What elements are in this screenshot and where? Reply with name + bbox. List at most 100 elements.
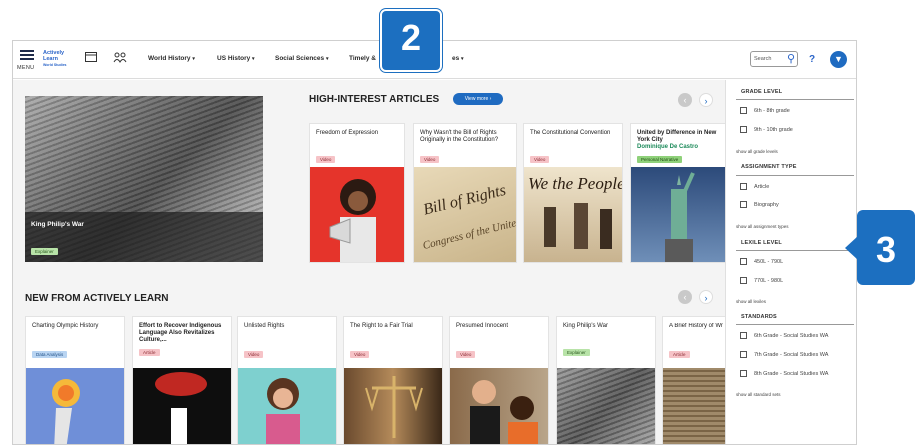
nav-timely[interactable]: Timely & xyxy=(349,55,376,62)
card-title: United by Difference in New York City xyxy=(637,130,717,143)
svg-text:Congress of the United: Congress of the United xyxy=(422,216,517,252)
show-all-assignment-types-link[interactable]: show all assignment types xyxy=(736,224,789,229)
user-avatar[interactable]: ▼ xyxy=(830,51,847,68)
search-icon[interactable]: ⚲ xyxy=(787,52,795,66)
card-tag: Explainer xyxy=(563,349,590,356)
nav-more[interactable]: es ▾ xyxy=(452,55,464,62)
card-tag: Video xyxy=(244,351,264,358)
card-title: Charting Olympic History xyxy=(32,323,99,329)
filter-option-label: 770L - 980L xyxy=(754,277,784,284)
article-card[interactable]: Charting Olympic History Data Analysis xyxy=(25,316,125,444)
logo-subtitle: World Studies xyxy=(43,63,67,67)
show-all-standard-sets-link[interactable]: show all standard sets xyxy=(736,392,781,397)
article-card[interactable]: Freedom of Expression Video xyxy=(309,123,405,263)
card-image xyxy=(450,368,548,444)
article-card[interactable]: Presumed Innocent Video xyxy=(449,316,549,444)
card-tag: Personal Narrative xyxy=(637,156,683,163)
filter-option-label: 450L - 790L xyxy=(754,258,784,265)
card-image xyxy=(631,167,725,262)
article-card[interactable]: A Brief History of Wr Language Article xyxy=(662,316,732,444)
card-title: King Philip's War xyxy=(563,323,608,329)
new-from-title: NEW FROM ACTIVELY LEARN xyxy=(25,293,169,304)
checkbox[interactable] xyxy=(740,183,747,190)
filter-option-biography[interactable]: Biography xyxy=(740,201,779,208)
main-content: King Philip's War Explainer HIGH-INTERES… xyxy=(13,80,732,444)
actively-learn-logo[interactable]: Actively Learn World Studies xyxy=(43,50,77,68)
filter-option-6th-grade-standards[interactable]: 6th Grade - Social Studies WA xyxy=(740,332,828,339)
chevron-down-icon: ▾ xyxy=(192,56,195,62)
new-from-next-button[interactable]: › xyxy=(699,290,713,304)
card-title: A Brief History of Wr Language xyxy=(669,323,727,329)
chevron-down-icon: ▼ xyxy=(834,54,843,64)
filter-option-label: 6th - 8th grade xyxy=(754,107,790,114)
card-image xyxy=(310,167,404,262)
nav-timely-label: Timely & xyxy=(349,55,376,62)
divider xyxy=(736,324,854,325)
grade-level-heading: GRADE LEVEL xyxy=(741,89,783,95)
checkbox[interactable] xyxy=(740,370,747,377)
checkbox[interactable] xyxy=(740,351,747,358)
card-tag: Video xyxy=(350,351,370,358)
checkbox[interactable] xyxy=(740,258,747,265)
filter-option-grade-6-8[interactable]: 6th - 8th grade xyxy=(740,107,790,114)
card-image xyxy=(557,368,655,444)
featured-hero-card[interactable]: King Philip's War Explainer xyxy=(25,96,263,262)
divider xyxy=(736,175,854,176)
article-card[interactable]: The Constitutional Convention Video We t… xyxy=(523,123,623,263)
card-tag: Data Analysis xyxy=(32,351,68,358)
folder-icon[interactable] xyxy=(84,52,98,64)
new-from-prev-button[interactable]: ‹ xyxy=(678,290,692,304)
card-tag: Video xyxy=(316,156,336,163)
article-card[interactable]: Unlisted Rights Video xyxy=(237,316,337,444)
nav-us-history[interactable]: US History ▾ xyxy=(217,55,255,62)
svg-text:Bill of Rights: Bill of Rights xyxy=(422,182,508,219)
show-all-grade-levels-link[interactable]: show all grade levels xyxy=(736,149,778,154)
checkbox[interactable] xyxy=(740,126,747,133)
search-box: ⚲ xyxy=(750,51,798,67)
high-interest-title: HIGH-INTEREST ARTICLES xyxy=(309,94,440,105)
app-window: MENU Actively Learn World Studies World … xyxy=(12,40,857,445)
card-title: Freedom of Expression xyxy=(316,130,379,136)
menu-button[interactable]: MENU xyxy=(17,47,39,75)
checkbox[interactable] xyxy=(740,107,747,114)
checkbox[interactable] xyxy=(740,277,747,284)
checkbox[interactable] xyxy=(740,332,747,339)
filter-option-grade-9-10[interactable]: 9th - 10th grade xyxy=(740,126,793,133)
divider xyxy=(736,99,854,100)
filter-option-7th-grade-standards[interactable]: 7th Grade - Social Studies WA xyxy=(740,351,828,358)
filter-option-lexile-770-980[interactable]: 770L - 980L xyxy=(740,277,783,284)
assignment-type-heading: ASSIGNMENT TYPE xyxy=(741,164,797,170)
help-icon[interactable]: ? xyxy=(809,54,815,65)
card-tag: Article xyxy=(669,351,690,358)
search-input[interactable] xyxy=(754,54,784,64)
show-all-lexiles-link[interactable]: show all lexiles xyxy=(736,299,766,304)
callout-badge-3: 3 xyxy=(845,210,915,285)
nav-social-sciences[interactable]: Social Sciences ▾ xyxy=(275,55,328,62)
filter-option-article[interactable]: Article xyxy=(740,183,769,190)
nav-world-history[interactable]: World History ▾ xyxy=(148,55,195,62)
checkbox[interactable] xyxy=(740,201,747,208)
filter-option-label: Article xyxy=(754,183,770,190)
card-title: The Constitutional Convention xyxy=(530,130,611,136)
hero-title: King Philip's War xyxy=(31,221,84,228)
article-card[interactable]: United by Difference in New York City Do… xyxy=(630,123,726,263)
high-interest-next-button[interactable]: › xyxy=(699,93,713,107)
classes-icon[interactable] xyxy=(113,52,127,64)
hero-caption-overlay xyxy=(25,212,263,262)
filter-option-lexile-450-790[interactable]: 450L - 790L xyxy=(740,258,783,265)
hero-tag: Explainer xyxy=(31,248,58,255)
article-card[interactable]: Why Wasn't the Bill of Rights Originally… xyxy=(413,123,517,263)
article-card[interactable]: The Right to a Fair Trial Video xyxy=(343,316,443,444)
filter-option-8th-grade-standards[interactable]: 8th Grade - Social Studies WA xyxy=(740,370,828,377)
card-image: We the People xyxy=(524,167,622,262)
card-image xyxy=(133,368,231,444)
view-more-button[interactable]: View more › xyxy=(453,93,503,105)
nav-world-history-label: World History xyxy=(148,55,191,62)
chevron-down-icon: ▾ xyxy=(325,56,329,62)
filter-option-label: 6th Grade - Social Studies WA xyxy=(754,332,829,339)
card-title: Presumed Innocent xyxy=(456,323,509,329)
article-card[interactable]: King Philip's War Explainer xyxy=(556,316,656,444)
divider xyxy=(736,250,854,251)
high-interest-prev-button[interactable]: ‹ xyxy=(678,93,692,107)
article-card[interactable]: Effort to Recover Indigenous Language Al… xyxy=(132,316,232,444)
